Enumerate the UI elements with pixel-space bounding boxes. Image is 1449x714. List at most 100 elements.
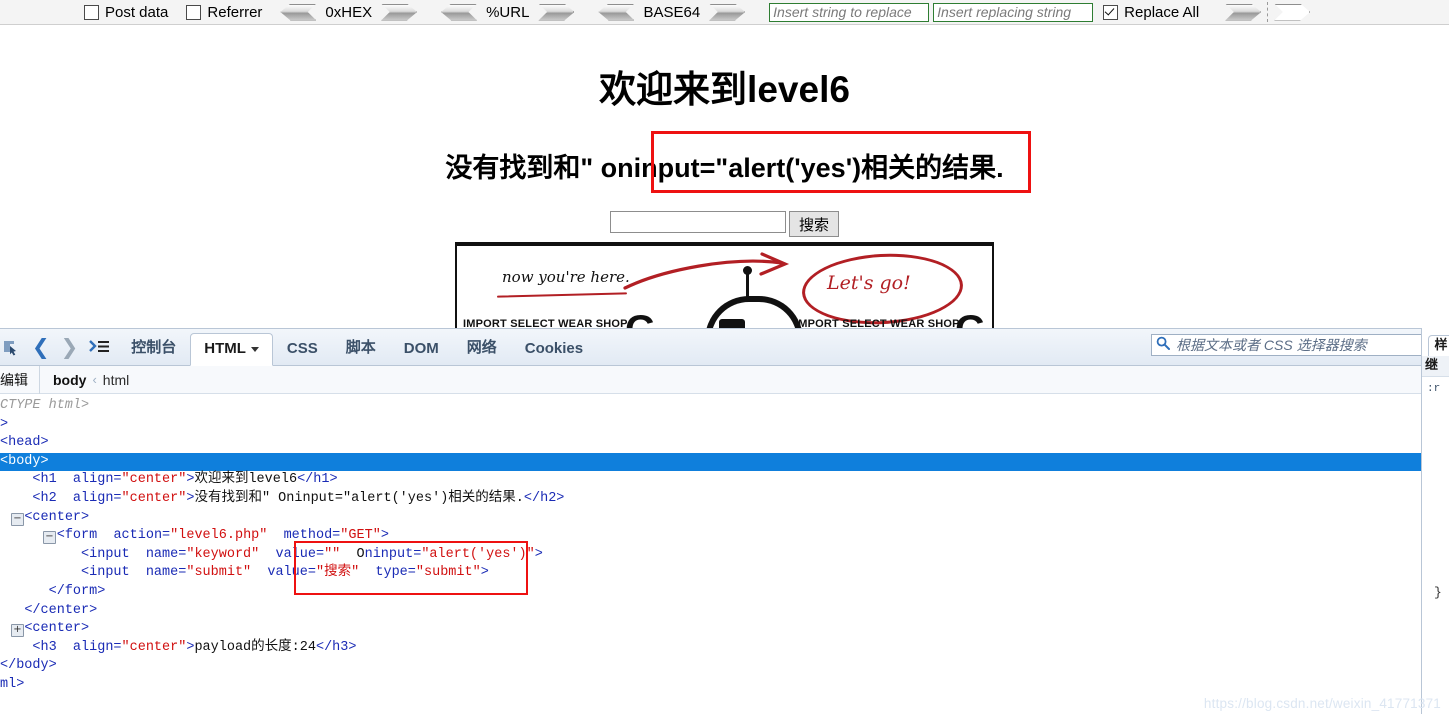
devtools-panel: ❮ ❯ 控制台 HTML CSS 脚本 DOM 网络 Cookies 根据文本或…	[0, 328, 1449, 714]
code-line[interactable]: <h3 align="center">payload的长度:24</h3>	[0, 639, 1421, 658]
tab-css[interactable]: CSS	[273, 333, 332, 366]
tab-script[interactable]: 脚本	[332, 329, 390, 366]
devtools-tab-list: 控制台 HTML CSS 脚本 DOM 网络 Cookies	[117, 328, 597, 366]
expand-all-icon[interactable]	[89, 338, 110, 357]
navigate-back-icon[interactable]: ❮	[32, 337, 50, 358]
tab-dom[interactable]: DOM	[390, 333, 453, 366]
url-decode-arrow-icon[interactable]	[441, 4, 477, 21]
url-encode-arrow-icon[interactable]	[538, 4, 574, 21]
browser-page-content: 欢迎来到level6 没有找到和" oninput="alert('yes')相…	[0, 25, 1449, 328]
edit-button[interactable]: 编辑	[0, 365, 40, 394]
devtools-tabbar: ❮ ❯ 控制台 HTML CSS 脚本 DOM 网络 Cookies 根据文本或…	[0, 329, 1449, 366]
banner-underline	[496, 292, 628, 298]
right-panel-subtitle: 继承	[1422, 356, 1449, 377]
search-submit-button[interactable]: 搜索	[788, 211, 839, 237]
breadcrumb-node-body[interactable]: body	[53, 372, 86, 388]
banner-big-left: G	[625, 308, 656, 328]
search-string-input[interactable]	[769, 2, 930, 22]
banner-shop-left: IMPORT SELECT WEAR SHOP	[463, 318, 628, 328]
code-line[interactable]: CTYPE html>	[0, 397, 1421, 416]
devtools-right-panel: 样 继承 :r }	[1421, 328, 1449, 714]
code-line-text: </form>	[48, 583, 106, 599]
code-line[interactable]: − <center>	[0, 509, 1421, 528]
banner-arrow-icon	[623, 252, 790, 290]
replace-string-input[interactable]	[933, 2, 1094, 22]
devtools-search-input[interactable]	[1174, 336, 1442, 354]
banner-note-right: Let's go!	[827, 272, 911, 294]
referrer-label: Referrer	[207, 3, 263, 21]
code-line-text: ml>	[0, 676, 25, 692]
post-data-label: Post data	[105, 3, 169, 21]
breadcrumb-separator-icon: ‹	[92, 372, 97, 387]
devtools-search-box[interactable]	[1151, 334, 1447, 356]
hackbar-toolbar: Post data Referrer 0xHEX %URL BASE64 Rep…	[0, 0, 1449, 25]
html-source-viewer[interactable]: CTYPE html> > <head> <body> <h1 align="cent…	[0, 394, 1421, 714]
screenshot-root: Post data Referrer 0xHEX %URL BASE64 Rep…	[0, 0, 1449, 714]
banner-image: now you're here. Let's go! IMPORT SELECT…	[455, 242, 994, 328]
tab-html[interactable]: HTML	[190, 333, 273, 366]
base64-label: BASE64	[643, 3, 701, 21]
code-line-text: </body>	[0, 658, 57, 674]
chevron-down-icon[interactable]	[250, 346, 259, 352]
right-panel-tab[interactable]: 样	[1428, 335, 1449, 356]
replace-execute-arrow-icon[interactable]	[1225, 4, 1261, 21]
hex-decode-arrow-icon[interactable]	[280, 4, 316, 21]
code-line[interactable]: <h1 align="center">欢迎来到level6</h1>	[0, 471, 1421, 490]
replace-all-checkbox[interactable]: Replace All	[1103, 4, 1199, 21]
code-line[interactable]: </center>	[0, 602, 1421, 621]
collapse-twisty-icon[interactable]: −	[43, 531, 56, 545]
robot-antenna-tip	[743, 266, 752, 275]
url-encode-group: %URL	[441, 4, 574, 21]
tab-console[interactable]: 控制台	[117, 329, 190, 366]
breadcrumb: 编辑 body ‹ html	[0, 365, 1449, 394]
referrer-checkbox[interactable]: Referrer	[186, 4, 262, 21]
watermark: https://blog.csdn.net/weixin_41771371	[1203, 696, 1441, 711]
code-line[interactable]: <body>	[0, 452, 1421, 472]
code-line[interactable]: </body>	[0, 657, 1421, 676]
code-line-text: <h2 align="center">没有找到和" Oninput="alert…	[32, 490, 565, 506]
code-line[interactable]: <input name="submit" value="搜索" type="su…	[0, 564, 1421, 583]
code-line[interactable]: ml>	[0, 676, 1421, 695]
base64-decode-arrow-icon[interactable]	[598, 4, 634, 21]
code-line-text: <head>	[0, 435, 49, 451]
code-line-text: </center>	[24, 602, 98, 618]
tab-html-label: HTML	[204, 340, 246, 357]
url-label: %URL	[486, 3, 530, 21]
collapse-twisty-icon[interactable]: −	[11, 512, 24, 526]
code-line[interactable]: >	[0, 416, 1421, 435]
banner-shop-right: IMPORT SELECT WEAR SHOP	[795, 318, 960, 328]
code-line-text: <body>	[0, 453, 49, 469]
post-data-checkbox-box[interactable]	[84, 4, 99, 20]
tab-cookies[interactable]: Cookies	[511, 333, 597, 366]
right-panel-rule: :r	[1427, 383, 1441, 395]
code-line[interactable]: </form>	[0, 583, 1421, 602]
expand-twisty-icon[interactable]: +	[11, 624, 24, 638]
code-line-text: <input name="keyword" value="" Oninput="…	[81, 546, 543, 562]
inspect-element-icon[interactable]	[2, 338, 21, 357]
breadcrumb-node-html[interactable]: html	[103, 372, 129, 388]
replace-clear-arrow-icon[interactable]	[1274, 4, 1310, 21]
code-line[interactable]: <h2 align="center">没有找到和" Oninput="alert…	[0, 490, 1421, 509]
keyword-input[interactable]	[609, 211, 786, 233]
code-line-text: <form action="level6.php" method="GET">	[56, 528, 389, 544]
hex-encode-arrow-icon[interactable]	[381, 4, 417, 21]
base64-encode-group: BASE64	[598, 4, 745, 21]
code-line-text: <input name="submit" value="搜索" type="su…	[81, 565, 489, 581]
code-line[interactable]: <head>	[0, 434, 1421, 453]
code-line[interactable]: <input name="keyword" value="" Oninput="…	[0, 546, 1421, 565]
navigate-forward-icon[interactable]: ❯	[61, 337, 79, 358]
toolbar-divider	[1267, 2, 1269, 22]
robot-eye	[719, 319, 745, 328]
page-title: 欢迎来到level6	[599, 69, 850, 110]
code-line[interactable]: − <form action="level6.php" method="GET"…	[0, 527, 1421, 546]
post-data-checkbox[interactable]: Post data	[84, 4, 168, 21]
hex-label: 0xHEX	[325, 3, 373, 21]
devtools-icon-group: ❮ ❯	[0, 337, 117, 365]
replace-all-checkbox-box[interactable]	[1103, 4, 1119, 20]
replace-all-label: Replace All	[1124, 3, 1200, 21]
base64-encode-arrow-icon[interactable]	[709, 4, 745, 21]
referrer-checkbox-box[interactable]	[186, 4, 202, 20]
code-line[interactable]: + <center>	[0, 620, 1421, 639]
tab-network[interactable]: 网络	[453, 329, 511, 366]
hex-encode-group: 0xHEX	[280, 4, 417, 21]
